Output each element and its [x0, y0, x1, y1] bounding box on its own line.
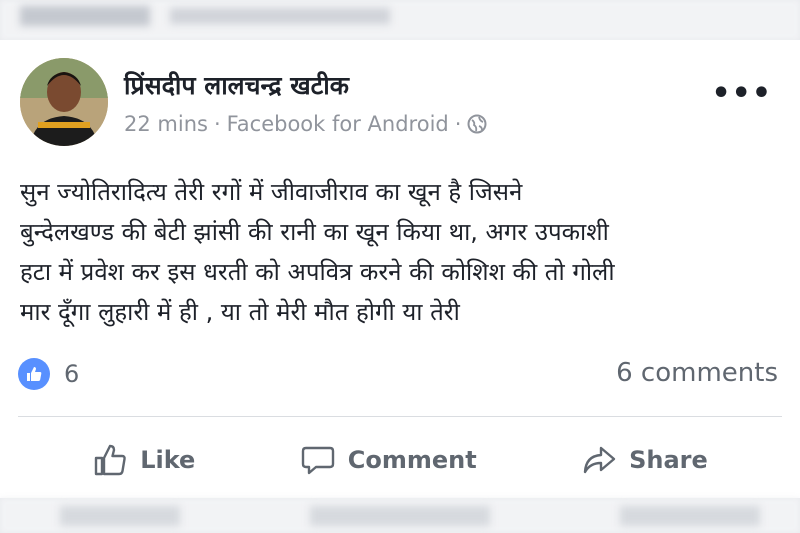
share-icon — [583, 446, 616, 474]
blurred-content — [620, 506, 760, 526]
post-meta: 22 mins · Facebook for Android · — [124, 112, 487, 136]
meta-separator: · — [454, 112, 462, 136]
post-actions: Like Comment Share — [0, 436, 800, 484]
comments-count[interactable]: 6 comments — [616, 358, 778, 388]
reactions-summary[interactable]: 6 — [18, 358, 79, 390]
share-button[interactable]: Share — [581, 442, 708, 478]
post-text-line: सुन ज्योतिरादित्य तेरी रगों में जीवाजीरा… — [20, 178, 523, 206]
thumbs-up-icon — [95, 444, 126, 476]
post-text-line: हटा में प्रवेश कर इस धरती को अपवित्र करन… — [20, 258, 615, 286]
share-label: Share — [629, 446, 708, 474]
post-source[interactable]: Facebook for Android — [227, 112, 449, 136]
author-name[interactable]: प्रिंसदीप लालचन्द्र खटीक — [124, 68, 349, 102]
like-count: 6 — [64, 360, 80, 388]
more-options-icon[interactable]: ••• — [711, 79, 772, 109]
comment-button[interactable]: Comment — [300, 442, 477, 478]
post-card: प्रिंसदीप लालचन्द्र खटीक 22 mins · Faceb… — [0, 40, 800, 498]
like-label: Like — [140, 446, 196, 474]
blurred-content — [20, 6, 150, 26]
post-text-line: बुन्देलखण्ड की बेटी झांसी की रानी का खून… — [20, 218, 609, 246]
post-text-line: मार दूँगा लुहारी में ही , या तो मेरी मौत… — [20, 298, 460, 326]
blurred-content — [310, 506, 490, 526]
post-time[interactable]: 22 mins — [124, 112, 208, 136]
blurred-content — [170, 8, 390, 24]
like-reaction-icon — [18, 358, 50, 390]
comment-label: Comment — [347, 446, 477, 474]
avatar[interactable] — [20, 58, 108, 146]
divider — [18, 416, 782, 417]
comment-icon — [301, 446, 334, 475]
globe-icon[interactable] — [467, 114, 487, 134]
post-body: सुन ज्योतिरादित्य तेरी रगों में जीवाजीरा… — [20, 172, 790, 332]
blurred-content — [60, 506, 180, 526]
meta-separator: · — [213, 112, 221, 136]
like-button[interactable]: Like — [92, 442, 195, 478]
